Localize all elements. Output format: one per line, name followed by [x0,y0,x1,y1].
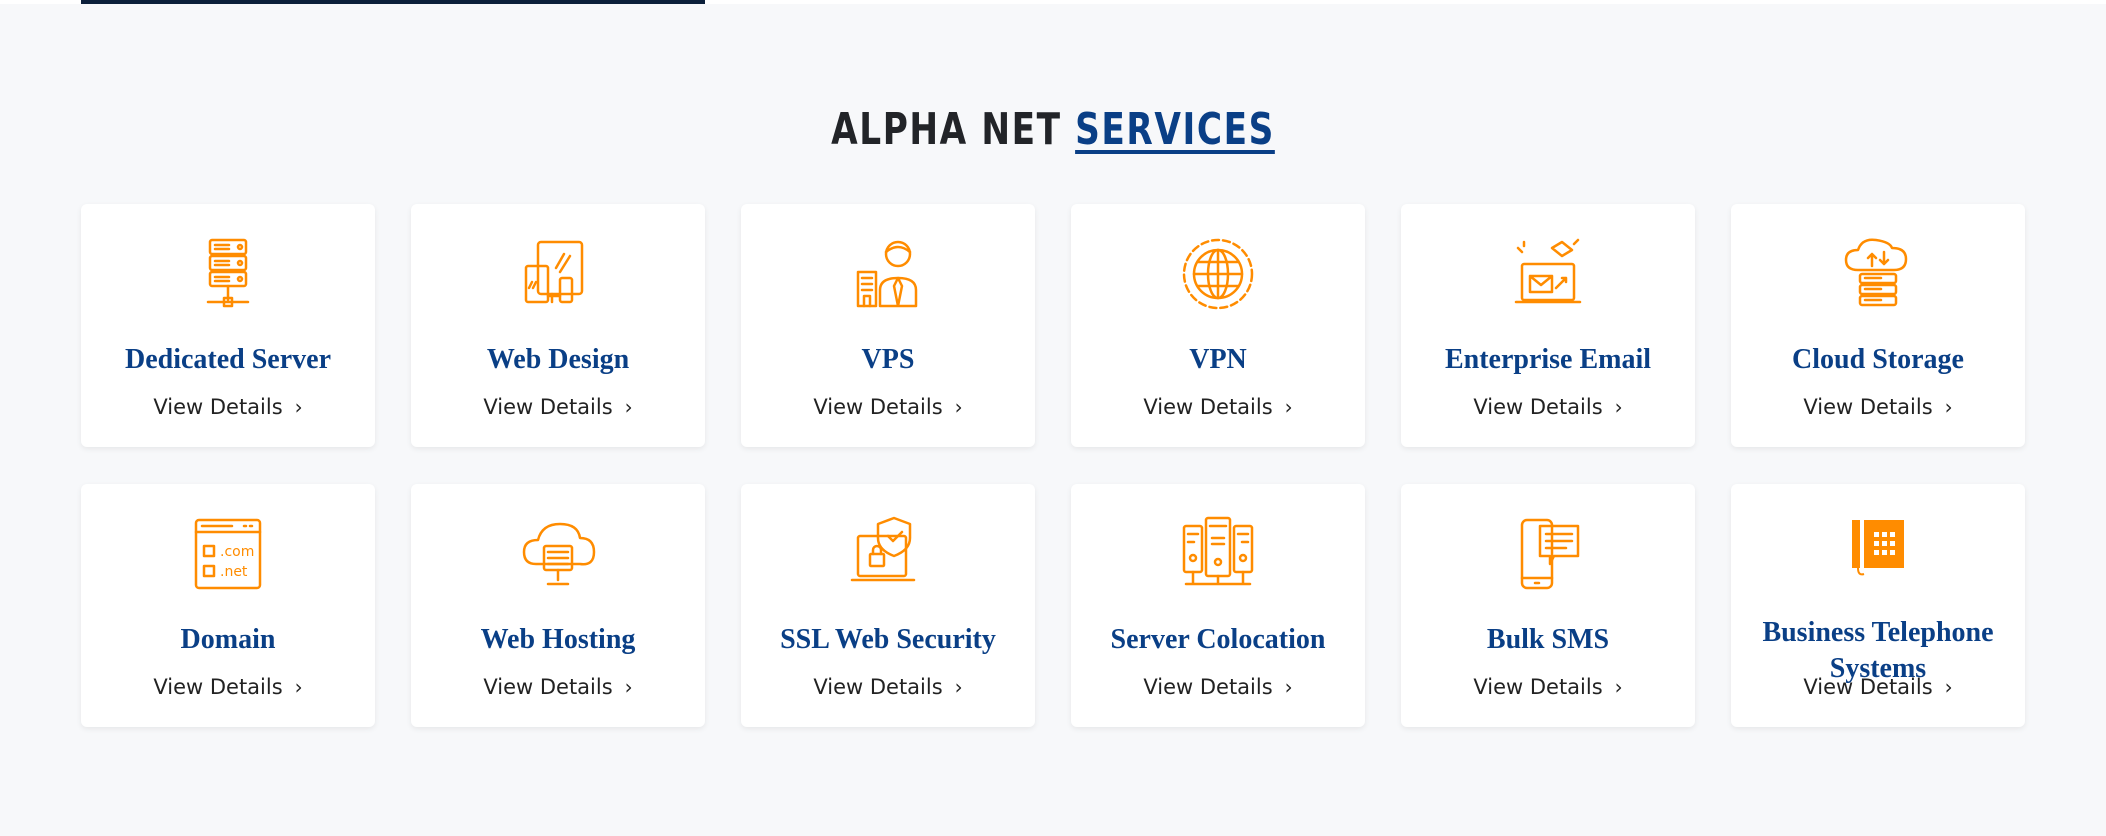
view-details-label: View Details [483,675,613,699]
view-details-label: View Details [1143,395,1273,419]
shield-laptop-icon [848,514,928,594]
server-rack-icon [188,234,268,314]
service-card-business-telephone-systems[interactable]: Business Telephone Systems View Details › [1731,484,2025,727]
svg-text:.com: .com [220,544,254,560]
view-details-link[interactable]: View Details › [81,395,375,419]
view-details-link[interactable]: View Details › [1731,675,2025,699]
devices-icon [518,234,598,314]
service-title: Bulk SMS [1486,624,1610,655]
view-details-label: View Details [483,395,613,419]
chevron-right-icon: › [954,675,963,699]
svg-text:.net: .net [220,564,248,580]
heading-prefix: ALPHA NET [831,104,1062,155]
view-details-link[interactable]: View Details › [741,395,1035,419]
service-title: SSL Web Security [780,624,996,655]
view-details-link[interactable]: View Details › [1071,395,1365,419]
service-title: Domain [180,624,276,655]
service-card-enterprise-email[interactable]: Enterprise Email View Details › [1401,204,1695,447]
view-details-link[interactable]: View Details › [1401,675,1695,699]
view-details-label: View Details [1803,395,1933,419]
view-details-label: View Details [813,675,943,699]
desk-phone-icon [1838,514,1918,594]
service-card-dedicated-server[interactable]: Dedicated Server View Details › [81,204,375,447]
chevron-right-icon: › [1614,675,1623,699]
service-card-cloud-storage[interactable]: Cloud Storage View Details › [1731,204,2025,447]
view-details-link[interactable]: View Details › [411,675,705,699]
service-title: Enterprise Email [1444,344,1652,375]
service-title: VPS [861,344,915,375]
section-heading: ALPHA NET SERVICES [232,104,1875,155]
chevron-right-icon: › [1944,395,1953,419]
view-details-label: View Details [1473,395,1603,419]
view-details-label: View Details [1803,675,1933,699]
view-details-label: View Details [813,395,943,419]
service-title: Web Hosting [480,624,636,655]
view-details-link[interactable]: View Details › [411,395,705,419]
businessman-building-icon [848,234,928,314]
email-laptop-icon [1508,234,1588,314]
chevron-right-icon: › [294,395,303,419]
chevron-right-icon: › [954,395,963,419]
service-title: VPN [1189,344,1247,375]
view-details-link[interactable]: View Details › [81,675,375,699]
chevron-right-icon: › [1614,395,1623,419]
chevron-right-icon: › [624,395,633,419]
service-card-server-colocation[interactable]: Server Colocation View Details › [1071,484,1365,727]
cloud-server-icon [1838,234,1918,314]
globe-icon [1178,234,1258,314]
chevron-right-icon: › [1944,675,1953,699]
view-details-label: View Details [153,675,283,699]
service-title: Server Colocation [1110,624,1326,655]
cloud-hosting-icon [518,514,598,594]
server-colocation-icon [1178,514,1258,594]
services-grid: Dedicated Server View Details › Web Desig… [81,204,2025,727]
service-card-web-hosting[interactable]: Web Hosting View Details › [411,484,705,727]
view-details-link[interactable]: View Details › [741,675,1035,699]
domain-browser-icon: .com .net [188,514,268,594]
service-card-web-design[interactable]: Web Design View Details › [411,204,705,447]
view-details-link[interactable]: View Details › [1401,395,1695,419]
top-bar [0,0,2106,4]
view-details-link[interactable]: View Details › [1071,675,1365,699]
heading-highlight: SERVICES [1075,104,1275,155]
service-card-ssl-web-security[interactable]: SSL Web Security View Details › [741,484,1035,727]
service-title: Dedicated Server [124,344,332,375]
chevron-right-icon: › [294,675,303,699]
chevron-right-icon: › [1284,395,1293,419]
service-card-bulk-sms[interactable]: Bulk SMS View Details › [1401,484,1695,727]
view-details-label: View Details [153,395,283,419]
view-details-label: View Details [1143,675,1273,699]
service-card-vpn[interactable]: VPN View Details › [1071,204,1365,447]
service-card-vps[interactable]: VPS View Details › [741,204,1035,447]
phone-message-icon [1508,514,1588,594]
service-title: Cloud Storage [1792,344,1964,375]
service-card-domain[interactable]: .com .net Domain View Details › [81,484,375,727]
view-details-link[interactable]: View Details › [1731,395,2025,419]
top-bar-accent [81,0,705,4]
chevron-right-icon: › [1284,675,1293,699]
view-details-label: View Details [1473,675,1603,699]
service-title: Web Design [486,344,630,375]
chevron-right-icon: › [624,675,633,699]
